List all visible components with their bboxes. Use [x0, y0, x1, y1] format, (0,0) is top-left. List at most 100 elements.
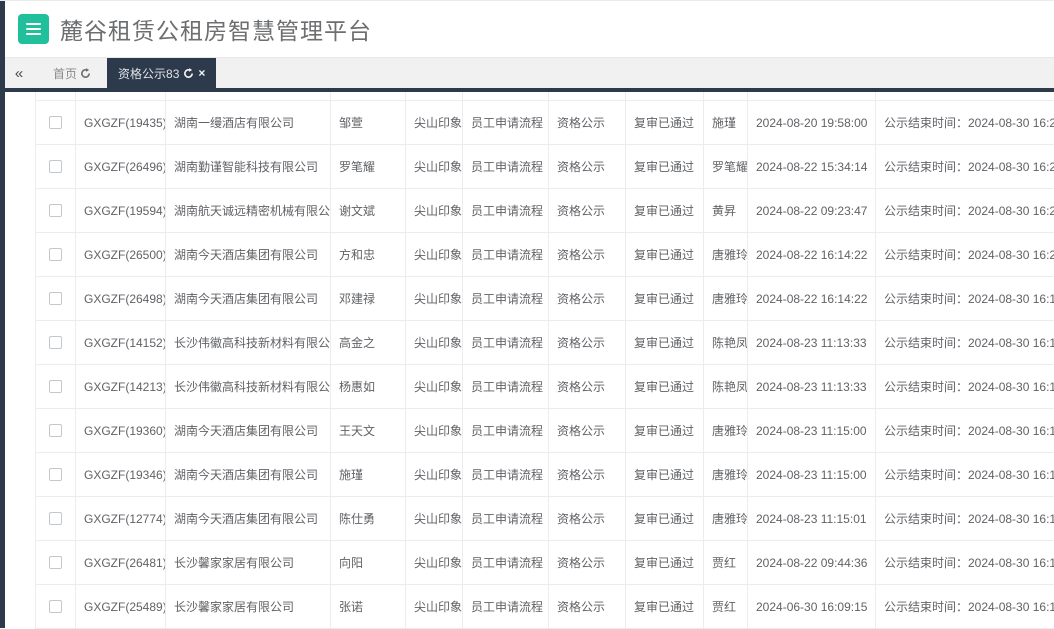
- cell-estate: 尖山印象: [406, 541, 463, 585]
- cell-apply-time: 2024-08-23 11:13:33: [748, 365, 876, 409]
- cell-company: 长沙伟徽高科技新材料有限公司: [166, 365, 331, 409]
- cell-review-result: 复审已通过: [626, 541, 704, 585]
- close-tab-icon[interactable]: ×: [198, 67, 205, 79]
- cell-company: 湖南航天诚远精密机械有限公司: [166, 189, 331, 233]
- partial-row-above: [36, 92, 1054, 101]
- cell-company: 长沙馨家家居有限公司: [166, 585, 331, 629]
- cell-status: 资格公示: [549, 365, 626, 409]
- row-checkbox[interactable]: [49, 424, 62, 437]
- checkbox-cell: [36, 321, 76, 365]
- row-checkbox[interactable]: [49, 600, 62, 613]
- cell-process: 员工申请流程: [463, 321, 549, 365]
- row-checkbox[interactable]: [49, 556, 62, 569]
- cell-reviewer: 唐雅玲: [704, 453, 748, 497]
- row-checkbox[interactable]: [49, 468, 62, 481]
- cell-apply-time: 2024-08-22 16:14:22: [748, 277, 876, 321]
- cell-estate: 尖山印象: [406, 101, 463, 145]
- cell-applicant: 张诺: [331, 585, 406, 629]
- cell-application-id: GXGZF(26500): [76, 233, 166, 277]
- cell-apply-time: 2024-08-22 15:34:14: [748, 145, 876, 189]
- checkbox-cell: [36, 453, 76, 497]
- cell-reviewer: 陈艳凤: [704, 321, 748, 365]
- cell-process: 员工申请流程: [463, 277, 549, 321]
- row-checkbox[interactable]: [49, 336, 62, 349]
- cell-estate: 尖山印象: [406, 321, 463, 365]
- cell-review-result: 复审已通过: [626, 453, 704, 497]
- cell-estate: 尖山印象: [406, 189, 463, 233]
- cell-application-id: GXGZF(19360): [76, 409, 166, 453]
- refresh-icon[interactable]: [80, 68, 91, 79]
- cell-applicant: 邓建禄: [331, 277, 406, 321]
- table-body: GXGZF(19435) 湖南一缦酒店有限公司 邹萱 尖山印象 员工申请流程 资…: [36, 101, 1054, 629]
- cell-status: 资格公示: [549, 101, 626, 145]
- cell-review-result: 复审已通过: [626, 277, 704, 321]
- row-checkbox[interactable]: [49, 204, 62, 217]
- cell-apply-time: 2024-08-23 11:15:00: [748, 409, 876, 453]
- cell-reviewer: 唐雅玲: [704, 233, 748, 277]
- cell-publicity-end-time: 公示结束时间：2024-08-30 16:22:23: [876, 101, 1054, 145]
- cell-estate: 尖山印象: [406, 497, 463, 541]
- cell-status: 资格公示: [549, 189, 626, 233]
- collapse-tabs-icon[interactable]: «: [5, 65, 33, 82]
- cell-review-result: 复审已通过: [626, 409, 704, 453]
- tab-home-label: 首页: [53, 65, 77, 82]
- cell-publicity-end-time: 公示结束时间：2024-08-30 16:19:24: [876, 365, 1054, 409]
- cell-process: 员工申请流程: [463, 585, 549, 629]
- cell-company: 长沙馨家家居有限公司: [166, 541, 331, 585]
- cell-status: 资格公示: [549, 145, 626, 189]
- table-row: GXGZF(26496) 湖南勤谨智能科技有限公司 罗笔耀 尖山印象 员工申请流…: [36, 145, 1054, 189]
- row-checkbox[interactable]: [49, 512, 62, 525]
- cell-applicant: 罗笔耀: [331, 145, 406, 189]
- cell-reviewer: 贾红: [704, 541, 748, 585]
- table-row: GXGZF(26498) 湖南今天酒店集团有限公司 邓建禄 尖山印象 员工申请流…: [36, 277, 1054, 321]
- cell-application-id: GXGZF(14213): [76, 365, 166, 409]
- cell-apply-time: 2024-08-20 19:58:00: [748, 101, 876, 145]
- table-row: GXGZF(19594) 湖南航天诚远精密机械有限公司 谢文斌 尖山印象 员工申…: [36, 189, 1054, 233]
- row-checkbox[interactable]: [49, 116, 62, 129]
- cell-company: 湖南勤谨智能科技有限公司: [166, 145, 331, 189]
- cell-review-result: 复审已通过: [626, 497, 704, 541]
- checkbox-cell: [36, 277, 76, 321]
- refresh-icon[interactable]: [183, 68, 194, 79]
- table-row: GXGZF(19360) 湖南今天酒店集团有限公司 王天文 尖山印象 员工申请流…: [36, 409, 1054, 453]
- cell-publicity-end-time: 公示结束时间：2024-08-30 16:18:27: [876, 453, 1054, 497]
- cell-apply-time: 2024-06-30 16:09:15: [748, 585, 876, 629]
- cell-publicity-end-time: 公示结束时间：2024-08-30 16:21:56: [876, 189, 1054, 233]
- tab-qualification-publicity[interactable]: 资格公示83 ×: [107, 58, 216, 88]
- cell-estate: 尖山印象: [406, 585, 463, 629]
- cell-apply-time: 2024-08-22 09:23:47: [748, 189, 876, 233]
- cell-company: 湖南今天酒店集团有限公司: [166, 233, 331, 277]
- cell-apply-time: 2024-08-23 11:15:01: [748, 497, 876, 541]
- cell-review-result: 复审已通过: [626, 189, 704, 233]
- cell-applicant: 邹萱: [331, 101, 406, 145]
- cell-company: 湖南今天酒店集团有限公司: [166, 497, 331, 541]
- cell-application-id: GXGZF(26481): [76, 541, 166, 585]
- cell-status: 资格公示: [549, 541, 626, 585]
- cell-applicant: 向阳: [331, 541, 406, 585]
- cell-company: 长沙伟徽高科技新材料有限公司: [166, 321, 331, 365]
- table-row: GXGZF(19435) 湖南一缦酒店有限公司 邹萱 尖山印象 员工申请流程 资…: [36, 101, 1054, 145]
- cell-process: 员工申请流程: [463, 453, 549, 497]
- cell-publicity-end-time: 公示结束时间：2024-08-30 16:19:57: [876, 277, 1054, 321]
- tab-home[interactable]: 首页: [45, 58, 99, 88]
- cell-process: 员工申请流程: [463, 497, 549, 541]
- row-checkbox[interactable]: [49, 380, 62, 393]
- row-checkbox[interactable]: [49, 160, 62, 173]
- menu-toggle-button[interactable]: [18, 14, 49, 44]
- checkbox-cell: [36, 233, 76, 277]
- tab-bar: « 首页 资格公示83 ×: [5, 57, 1054, 88]
- cell-estate: 尖山印象: [406, 145, 463, 189]
- cell-estate: 尖山印象: [406, 277, 463, 321]
- row-checkbox[interactable]: [49, 248, 62, 261]
- cell-review-result: 复审已通过: [626, 145, 704, 189]
- cell-company: 湖南今天酒店集团有限公司: [166, 453, 331, 497]
- cell-application-id: GXGZF(25489): [76, 585, 166, 629]
- checkbox-cell: [36, 189, 76, 233]
- cell-process: 员工申请流程: [463, 541, 549, 585]
- table-row: GXGZF(12774) 湖南今天酒店集团有限公司 陈仕勇 尖山印象 员工申请流…: [36, 497, 1054, 541]
- hamburger-icon: [26, 23, 41, 25]
- table-row: GXGZF(25489) 长沙馨家家居有限公司 张诺 尖山印象 员工申请流程 资…: [36, 585, 1054, 629]
- row-checkbox[interactable]: [49, 292, 62, 305]
- cell-application-id: GXGZF(14152): [76, 321, 166, 365]
- table-row: GXGZF(14213) 长沙伟徽高科技新材料有限公司 杨惠如 尖山印象 员工申…: [36, 365, 1054, 409]
